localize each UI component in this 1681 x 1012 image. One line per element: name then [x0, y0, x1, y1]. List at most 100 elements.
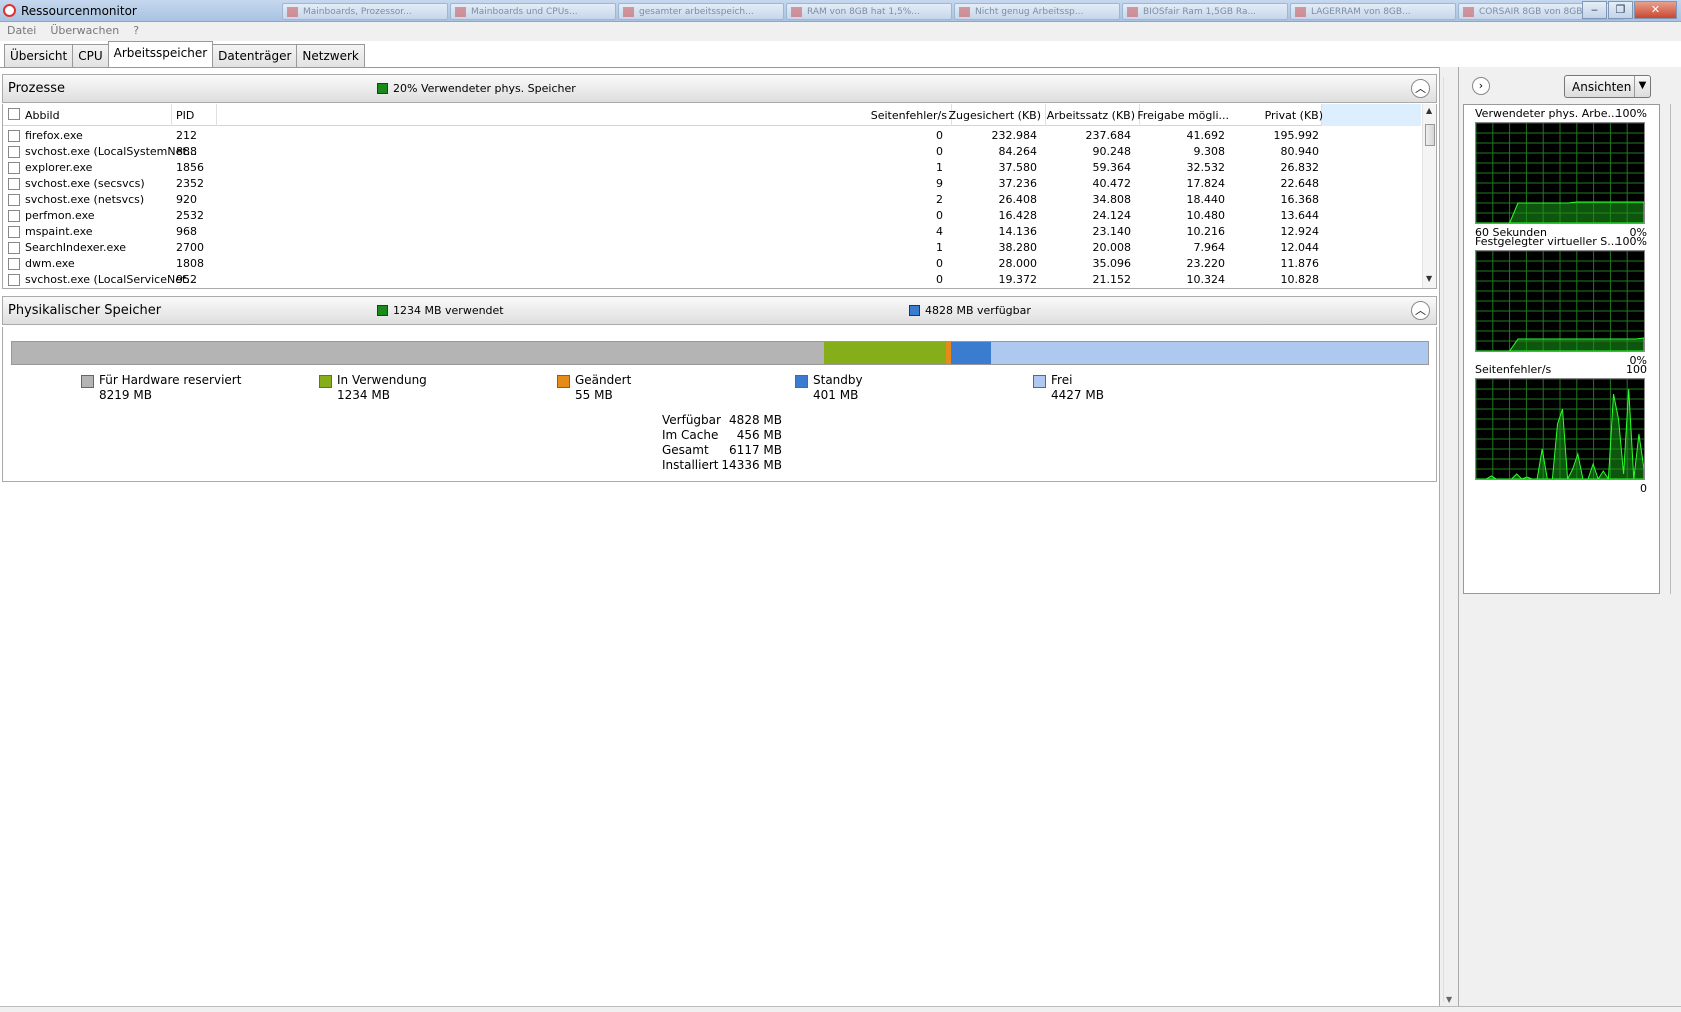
- stat-key: Im Cache: [662, 428, 719, 442]
- row-checkbox[interactable]: [8, 226, 20, 238]
- cell-pid: 1856: [176, 161, 204, 174]
- menu-help[interactable]: ?: [133, 24, 139, 41]
- chevron-down-icon[interactable]: ▼: [1634, 76, 1650, 97]
- row-checkbox[interactable]: [8, 242, 20, 254]
- row-checkbox[interactable]: [8, 210, 20, 222]
- stat-row: Installiert 14336 MB: [660, 458, 782, 473]
- expand-arrow-icon[interactable]: ›: [1472, 77, 1490, 95]
- scroll-down-arrow-icon[interactable]: ▼: [1446, 995, 1452, 1004]
- table-row[interactable]: explorer.exe 1856 1 37.580 59.364 32.532 26.83…: [3, 159, 1421, 176]
- cell-shareable: 9.308: [1193, 145, 1226, 158]
- memory-bar-segment: [990, 342, 1428, 364]
- cell-commit: 28.000: [998, 257, 1038, 270]
- tab-memory[interactable]: Arbeitsspeicher: [107, 41, 214, 67]
- scroll-up-arrow-icon[interactable]: ▲: [1426, 106, 1432, 115]
- legend-label: Standby: [813, 373, 863, 387]
- cell-pid: 920: [176, 193, 197, 206]
- legend-swatch-icon: [319, 375, 332, 388]
- col-pid[interactable]: PID: [176, 109, 194, 122]
- tab-network[interactable]: Netzwerk: [296, 44, 365, 67]
- maximize-button[interactable]: ❐: [1608, 1, 1633, 19]
- processes-header[interactable]: Prozesse 20% Verwendeter phys. Speicher …: [2, 74, 1437, 103]
- table-row[interactable]: SearchIndexer.exe 2700 1 38.280 20.008 7.964 1…: [3, 239, 1421, 256]
- cell-image: svchost.exe (netsvcs): [25, 193, 145, 206]
- process-table: Abbild PID Seitenfehler/s Zugesichert (K…: [2, 104, 1437, 289]
- table-row[interactable]: mspaint.exe 968 4 14.136 23.140 10.216 12.924: [3, 223, 1421, 240]
- pane-splitter[interactable]: ▼: [1439, 67, 1459, 1012]
- cell-pid: 2700: [176, 241, 204, 254]
- collapse-physical-button[interactable]: ︿: [1411, 301, 1430, 320]
- views-button[interactable]: Ansichten ▼: [1564, 75, 1651, 98]
- graph-title: Seitenfehler/s: [1475, 363, 1552, 376]
- graph-plot: [1475, 250, 1645, 352]
- available-indicator: 4828 MB verfügbar: [909, 304, 1031, 317]
- table-row[interactable]: svchost.exe (LocalServiceNet... 952 0 19.37…: [3, 271, 1421, 288]
- graph-plot: [1475, 122, 1645, 224]
- cell-image: dwm.exe: [25, 257, 75, 270]
- legend-value: 55 MB: [575, 388, 613, 402]
- graph-scrollbar[interactable]: [1664, 104, 1678, 594]
- scroll-down-arrow-icon[interactable]: ▼: [1426, 274, 1432, 283]
- cell-private: 12.044: [1280, 241, 1320, 254]
- table-row[interactable]: svchost.exe (netsvcs) 920 2 26.408 34.808 18.…: [3, 191, 1421, 208]
- tab-disk[interactable]: Datenträger: [212, 44, 298, 67]
- cell-commit: 37.580: [998, 161, 1038, 174]
- row-checkbox[interactable]: [8, 162, 20, 174]
- background-window-tab: Mainboards und CPUs...: [450, 3, 616, 20]
- process-scrollbar[interactable]: ▲ ▼: [1422, 104, 1436, 288]
- stat-value: 6117 MB: [729, 443, 782, 457]
- stat-row: Im Cache 456 MB: [660, 428, 782, 443]
- tab-overview[interactable]: Übersicht: [4, 44, 74, 67]
- physical-memory-header[interactable]: Physikalischer Speicher 1234 MB verwende…: [2, 296, 1437, 325]
- graph-title: Festgelegter virtueller S...: [1475, 235, 1618, 248]
- legend-swatch-icon: [81, 375, 94, 388]
- table-row[interactable]: dwm.exe 1808 0 28.000 35.096 23.220 11.876: [3, 255, 1421, 272]
- scroll-thumb[interactable]: [1425, 124, 1435, 146]
- cell-commit: 14.136: [998, 225, 1038, 238]
- cell-private: 195.992: [1273, 129, 1320, 142]
- row-checkbox[interactable]: [8, 146, 20, 158]
- stat-row: Gesamt 6117 MB: [660, 443, 782, 458]
- sorted-column-highlight: [1321, 104, 1421, 126]
- cell-working-set: 90.248: [1092, 145, 1132, 158]
- minimize-button[interactable]: ‒: [1582, 1, 1607, 19]
- select-all-checkbox[interactable]: [8, 108, 20, 120]
- table-row[interactable]: svchost.exe (LocalSystemNet... 888 0 84.264…: [3, 143, 1421, 160]
- cell-private: 22.648: [1280, 177, 1320, 190]
- cell-private: 26.832: [1280, 161, 1320, 174]
- col-private[interactable]: Privat (KB): [1265, 109, 1323, 122]
- close-button[interactable]: ✕: [1634, 1, 1677, 19]
- tab-cpu[interactable]: CPU: [72, 44, 109, 67]
- graph-max: 100: [1626, 363, 1647, 376]
- collapse-processes-button[interactable]: ︿: [1411, 79, 1430, 98]
- menu-monitor[interactable]: Überwachen: [50, 24, 119, 41]
- menu-file[interactable]: Datei: [7, 24, 36, 41]
- cell-working-set: 24.124: [1092, 209, 1132, 222]
- cell-working-set: 237.684: [1085, 129, 1132, 142]
- col-image[interactable]: Abbild: [25, 109, 60, 122]
- window-controls: ‒ ❐ ✕: [1582, 1, 1677, 19]
- cell-page-faults: 0: [936, 257, 943, 270]
- cell-shareable: 41.692: [1186, 129, 1226, 142]
- cell-commit: 19.372: [998, 273, 1038, 286]
- row-checkbox[interactable]: [8, 194, 20, 206]
- table-row[interactable]: perfmon.exe 2532 0 16.428 24.124 10.480 13.644: [3, 207, 1421, 224]
- col-page-faults[interactable]: Seitenfehler/s: [871, 109, 947, 122]
- row-checkbox[interactable]: [8, 258, 20, 270]
- row-checkbox[interactable]: [8, 274, 20, 286]
- legend-label: Frei: [1051, 373, 1073, 387]
- row-checkbox[interactable]: [8, 130, 20, 142]
- processes-indicator-label: 20% Verwendeter phys. Speicher: [393, 82, 576, 95]
- used-indicator-label: 1234 MB verwendet: [393, 304, 504, 317]
- table-row[interactable]: svchost.exe (secsvcs) 2352 9 37.236 40.472 17…: [3, 175, 1421, 192]
- row-checkbox[interactable]: [8, 178, 20, 190]
- col-working-set[interactable]: Arbeitssatz (KB): [1047, 109, 1135, 122]
- memory-bar-segment: [951, 342, 991, 364]
- col-commit[interactable]: Zugesichert (KB): [948, 109, 1041, 122]
- resource-monitor-icon: [3, 4, 16, 17]
- legend-value: 4427 MB: [1051, 388, 1104, 402]
- col-shareable[interactable]: Freigabe mögli...: [1137, 109, 1229, 122]
- table-row[interactable]: firefox.exe 212 0 232.984 237.684 41.692 195.9…: [3, 127, 1421, 144]
- stat-row: Verfügbar 4828 MB: [660, 413, 782, 428]
- legend-label: Für Hardware reserviert: [99, 373, 242, 387]
